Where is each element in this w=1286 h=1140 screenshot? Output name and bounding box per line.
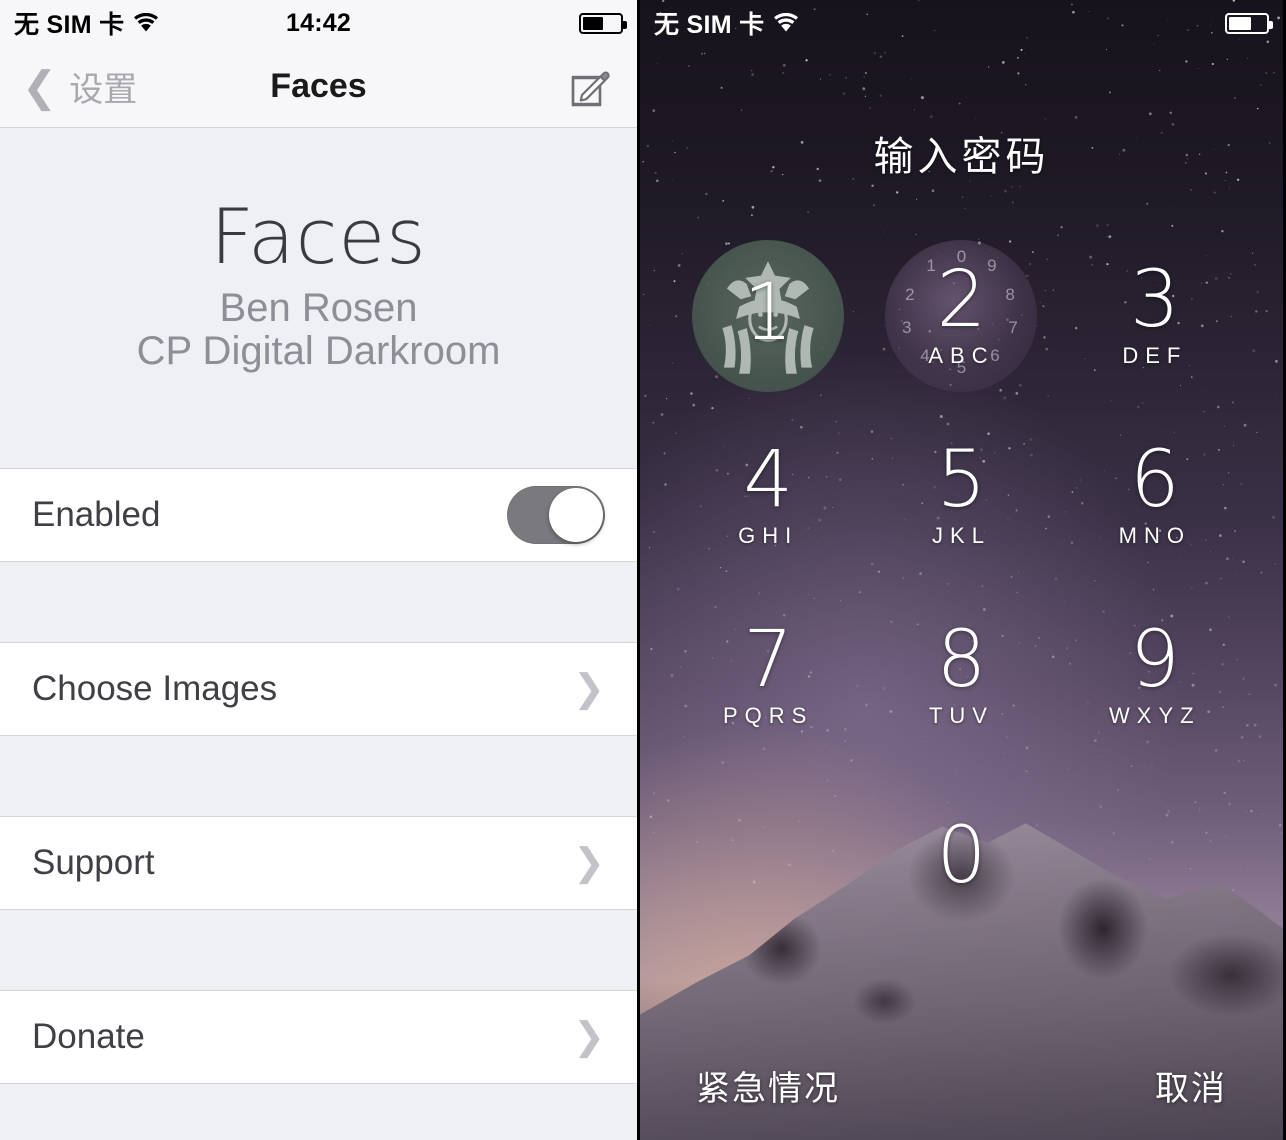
key-digit: 2 [936, 254, 987, 345]
status-bar-right [579, 12, 627, 34]
keypad-key-2[interactable]: 09 87 12 34 56 2 ABC [865, 240, 1058, 392]
key-digit: 3 [1130, 254, 1180, 345]
settings-row-donate[interactable]: Donate ❯ [0, 990, 637, 1084]
settings-status-bar: 无 SIM 卡 14:42 [0, 0, 637, 46]
passcode-prompt: 输入密码 [873, 135, 1050, 179]
row-label: Donate [32, 1017, 145, 1056]
key-digit: 5 [936, 434, 987, 525]
status-bar-left: 无 SIM 卡 [14, 5, 159, 41]
status-bar-left: 无 SIM 卡 [654, 5, 799, 41]
keypad-key-blank-right [1058, 796, 1251, 916]
key-letters: WXYZ [1109, 703, 1201, 729]
keypad-key-5[interactable]: 5 JKL [865, 436, 1058, 556]
emergency-call-button[interactable]: 紧急情况 [696, 1061, 840, 1110]
dual-phone-screenshot: 无 SIM 卡 14:42 ❮ 设置 Faces Faces Ben Rosen… [0, 0, 1286, 1140]
lockscreen-status-bar: 无 SIM 卡 [640, 0, 1283, 46]
enabled-toggle[interactable] [507, 486, 605, 544]
settings-row-choose-images[interactable]: Choose Images ❯ [0, 642, 637, 736]
key-digit: 1 [743, 267, 793, 358]
key-digit: 7 [743, 614, 793, 705]
row-label: Support [32, 843, 155, 882]
back-button[interactable]: ❮ 设置 [22, 62, 137, 111]
lockscreen-footer: 紧急情况 取消 [640, 1061, 1283, 1110]
back-button-label: 设置 [69, 71, 138, 109]
section-gap [0, 1084, 637, 1140]
passcode-keypad: 1 09 87 12 34 56 2 ABC 3 DEF 4 GHI 5 JKL… [672, 240, 1252, 916]
key-digit: 9 [1130, 614, 1180, 705]
keypad-key-9[interactable]: 9 WXYZ [1058, 616, 1251, 736]
section-gap [0, 910, 637, 990]
keypad-key-4[interactable]: 4 GHI [672, 436, 865, 556]
section-gap [0, 562, 637, 642]
battery-icon [579, 12, 627, 34]
chevron-right-icon: ❯ [573, 842, 605, 884]
keypad-key-3[interactable]: 3 DEF [1058, 256, 1251, 376]
chevron-left-icon: ❮ [22, 62, 58, 110]
wifi-icon [133, 13, 159, 33]
keypad-key-6[interactable]: 6 MNO [1058, 436, 1251, 556]
key-letters: DEF [1122, 343, 1188, 369]
app-title: Faces [210, 192, 427, 281]
key-digit: 4 [743, 434, 793, 525]
key-digit: 6 [1130, 434, 1180, 525]
carrier-label: 无 SIM 卡 [14, 11, 125, 39]
section-gap [0, 736, 637, 816]
key-letters: MNO [1118, 523, 1191, 549]
settings-phone-panel: 无 SIM 卡 14:42 ❮ 设置 Faces Faces Ben Rosen… [0, 0, 640, 1140]
keypad-key-7[interactable]: 7 PQRS [672, 616, 865, 736]
app-hero-header: Faces Ben Rosen CP Digital Darkroom [0, 128, 637, 468]
compose-edit-icon[interactable] [569, 64, 615, 110]
battery-icon [1225, 12, 1273, 34]
settings-nav-bar: ❮ 设置 Faces [0, 46, 637, 128]
settings-row-support[interactable]: Support ❯ [0, 816, 637, 910]
key-letters: PQRS [722, 703, 814, 729]
row-label: Enabled [32, 495, 161, 534]
row-label: Choose Images [32, 669, 278, 708]
cancel-button[interactable]: 取消 [1155, 1061, 1227, 1110]
chevron-right-icon: ❯ [573, 668, 605, 710]
key-letters: TUV [928, 703, 994, 729]
keypad-key-8[interactable]: 8 TUV [865, 616, 1058, 736]
app-author: Ben Rosen [219, 286, 418, 330]
key-letters: JKL [932, 523, 991, 549]
keypad-key-0[interactable]: 0 [865, 796, 1058, 916]
key-digit: 8 [936, 614, 987, 705]
key-letters: ABC [928, 343, 995, 369]
key-digit: 0 [936, 810, 987, 901]
key-letters: GHI [738, 523, 799, 549]
wifi-icon [773, 13, 799, 33]
lockscreen-phone-panel: 无 SIM 卡 输入密码 1 0 9 8 7 1 2 3 4 5 6 2 ABC… [640, 0, 1283, 1140]
settings-row-enabled[interactable]: Enabled [0, 468, 637, 562]
carrier-label: 无 SIM 卡 [654, 11, 765, 39]
app-publisher: CP Digital Darkroom [136, 329, 501, 373]
chevron-right-icon: ❯ [573, 1016, 605, 1058]
keypad-key-1[interactable]: 1 [672, 240, 865, 392]
keypad-key-blank-left [672, 796, 865, 916]
status-bar-right [1225, 12, 1273, 34]
